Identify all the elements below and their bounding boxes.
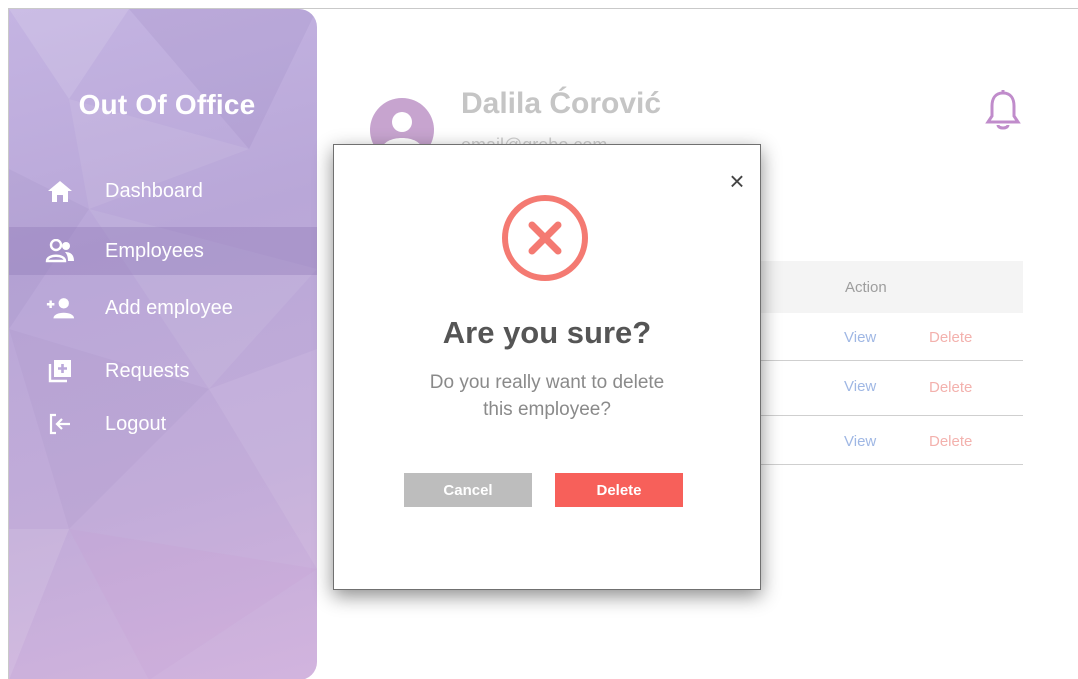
- cancel-button[interactable]: Cancel: [404, 473, 532, 507]
- table-header: [751, 261, 1023, 313]
- sidebar-item-requests[interactable]: Requests: [9, 347, 317, 395]
- error-x-icon: [500, 193, 590, 283]
- sidebar-item-employees[interactable]: Employees: [9, 227, 317, 275]
- sidebar-item-logout[interactable]: Logout: [9, 400, 317, 448]
- user-name: Dalila Ćorović: [461, 87, 662, 120]
- bell-icon[interactable]: [985, 89, 1021, 131]
- row-divider: [751, 360, 1023, 361]
- close-icon[interactable]: ×: [725, 168, 749, 194]
- brand-title: Out Of Office: [78, 89, 256, 120]
- sidebar-item-dashboard[interactable]: Dashboard: [9, 167, 317, 215]
- app-window: Out Of Office Dashboard Employees Add em…: [8, 8, 1078, 679]
- dialog-message-line2: this employee?: [483, 399, 611, 420]
- sidebar-item-label: Requests: [105, 359, 190, 382]
- dialog-title: Are you sure?: [442, 315, 652, 350]
- sidebar-item-label: Employees: [105, 239, 204, 262]
- sidebar-item-label: Add employee: [105, 296, 233, 319]
- sidebar-item-add-employee[interactable]: Add employee: [9, 284, 317, 332]
- view-link[interactable]: View: [844, 329, 876, 346]
- employees-icon: [45, 236, 75, 266]
- row-divider: [751, 415, 1023, 416]
- add-user-icon: [45, 293, 75, 323]
- delete-link[interactable]: Delete: [929, 329, 972, 346]
- delete-link[interactable]: Delete: [929, 433, 972, 450]
- delete-link[interactable]: Delete: [929, 379, 972, 396]
- logout-icon: [45, 409, 75, 439]
- sidebar-item-label: Dashboard: [105, 179, 203, 202]
- sidebar-item-label: Logout: [105, 412, 167, 435]
- requests-icon: [45, 356, 75, 386]
- table-header-action: Action: [845, 279, 887, 296]
- dialog-message: Do you really want to delete this employ…: [373, 369, 721, 423]
- home-icon: [45, 176, 75, 206]
- view-link[interactable]: View: [844, 378, 876, 395]
- dialog-message-line1: Do you really want to delete: [429, 372, 665, 393]
- row-divider: [751, 464, 1023, 465]
- sidebar: Out Of Office Dashboard Employees Add em…: [9, 9, 317, 679]
- delete-button[interactable]: Delete: [555, 473, 683, 507]
- view-link[interactable]: View: [844, 433, 876, 450]
